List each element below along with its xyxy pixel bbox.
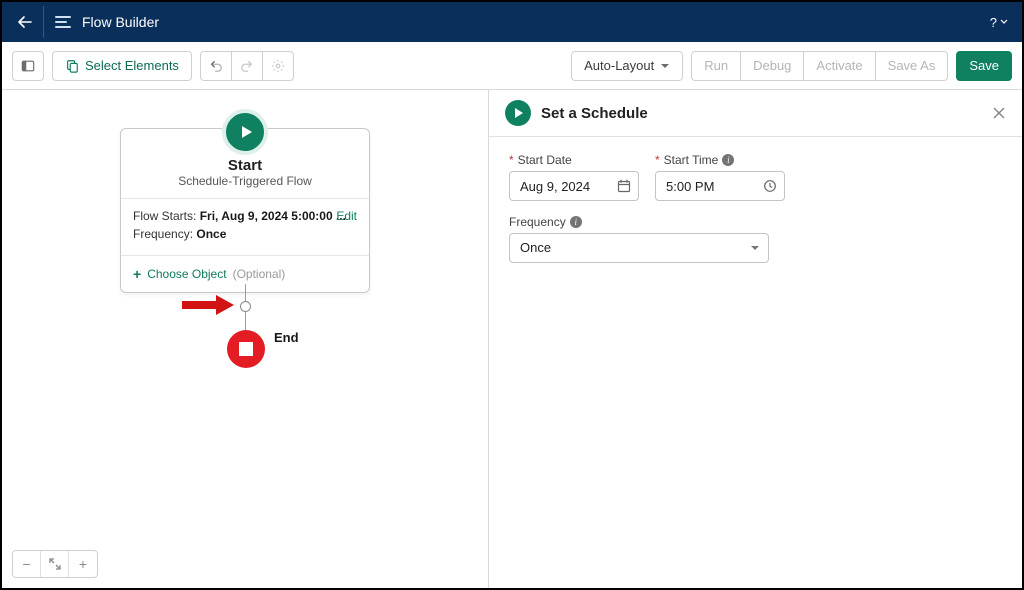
help-label: ? [990, 15, 997, 30]
panel-header: Set a Schedule [489, 90, 1022, 137]
info-icon[interactable]: i [722, 154, 734, 166]
debug-button[interactable]: Debug [740, 51, 804, 81]
start-date-field: * Start Date [509, 153, 639, 201]
run-button[interactable]: Run [691, 51, 741, 81]
start-time-label: Start Time [664, 153, 719, 167]
zoom-controls: − + [12, 550, 98, 578]
undo-button[interactable] [200, 51, 232, 81]
caret-down-icon [660, 61, 670, 71]
annotation-arrow-icon [180, 293, 236, 317]
back-button[interactable] [12, 6, 44, 38]
help-menu[interactable]: ? [990, 15, 1012, 30]
panel-header-badge [505, 100, 531, 126]
start-time-input[interactable] [655, 171, 785, 201]
zoom-fit-button[interactable] [41, 551, 69, 577]
auto-layout-label: Auto-Layout [584, 58, 654, 73]
fit-icon [49, 558, 61, 570]
flow-canvas[interactable]: Start Schedule-Triggered Flow Edit Flow … [2, 90, 488, 588]
arrow-left-icon [17, 14, 33, 30]
auto-layout-dropdown[interactable]: Auto-Layout [571, 51, 683, 81]
action-group: Run Debug Activate Save As [691, 51, 948, 81]
start-date-label: Start Date [518, 153, 572, 167]
add-element-handle[interactable] [240, 301, 251, 312]
required-indicator: * [655, 153, 660, 167]
caret-down-icon [1000, 18, 1008, 26]
save-as-button[interactable]: Save As [875, 51, 949, 81]
toggle-panel-button[interactable] [12, 51, 44, 81]
zoom-out-button[interactable]: − [13, 551, 41, 577]
optional-hint: (Optional) [233, 267, 286, 281]
undo-icon [209, 59, 223, 73]
debug-label: Debug [753, 58, 791, 73]
flow-builder-logo-icon [54, 13, 72, 31]
required-indicator: * [509, 153, 514, 167]
start-node-badge [222, 109, 268, 155]
panel-close-button[interactable] [992, 106, 1006, 120]
app-title: Flow Builder [82, 14, 159, 30]
redo-button[interactable] [231, 51, 263, 81]
play-icon [512, 107, 524, 119]
gear-icon [271, 59, 285, 73]
start-node-title: Start [131, 157, 359, 174]
save-button[interactable]: Save [956, 51, 1012, 81]
frequency-value: Once [196, 227, 226, 241]
choose-object-link[interactable]: Choose Object [147, 267, 226, 281]
frequency-select[interactable]: Once [509, 233, 769, 263]
info-icon[interactable]: i [570, 216, 582, 228]
schedule-panel: Set a Schedule * Start Date [488, 90, 1022, 588]
start-node[interactable]: Start Schedule-Triggered Flow Edit Flow … [120, 128, 370, 293]
close-icon [992, 106, 1006, 120]
frequency-label: Frequency: [133, 227, 193, 241]
start-node-body: Edit Flow Starts: Fri, Aug 9, 2024 5:00:… [121, 199, 369, 256]
save-as-label: Save As [888, 58, 936, 73]
end-node-label: End [274, 330, 299, 345]
activate-label: Activate [816, 58, 862, 73]
plus-icon: + [133, 266, 141, 282]
run-label: Run [704, 58, 728, 73]
select-elements-button[interactable]: Select Elements [52, 51, 192, 81]
end-node[interactable] [227, 330, 265, 368]
toolbar: Select Elements Auto-Layout Run Debug Ac… [2, 42, 1022, 90]
start-time-field: * Start Time i [655, 153, 785, 201]
frequency-field: Frequency i Once [509, 215, 769, 263]
select-elements-label: Select Elements [85, 58, 179, 73]
zoom-in-button[interactable]: + [69, 551, 97, 577]
history-group [200, 51, 294, 81]
start-node-edit-link[interactable]: Edit [336, 209, 357, 223]
frequency-select-value: Once [520, 240, 551, 255]
app-header: Flow Builder ? [2, 2, 1022, 42]
panel-body: * Start Date * Start Time i [489, 137, 1022, 293]
activate-button[interactable]: Activate [803, 51, 875, 81]
play-icon [236, 123, 254, 141]
settings-button[interactable] [262, 51, 294, 81]
panel-icon [21, 59, 35, 73]
save-label: Save [969, 58, 999, 73]
main-region: Start Schedule-Triggered Flow Edit Flow … [2, 90, 1022, 588]
copy-icon [65, 59, 79, 73]
frequency-form-label: Frequency [509, 215, 566, 229]
panel-title: Set a Schedule [541, 105, 648, 122]
stop-icon [239, 342, 253, 356]
flow-starts-label: Flow Starts: [133, 209, 196, 223]
flow-starts-value: Fri, Aug 9, 2024 5:00:00 ... [200, 209, 346, 223]
start-node-subtitle: Schedule-Triggered Flow [131, 174, 359, 188]
redo-icon [240, 59, 254, 73]
start-date-input[interactable] [509, 171, 639, 201]
